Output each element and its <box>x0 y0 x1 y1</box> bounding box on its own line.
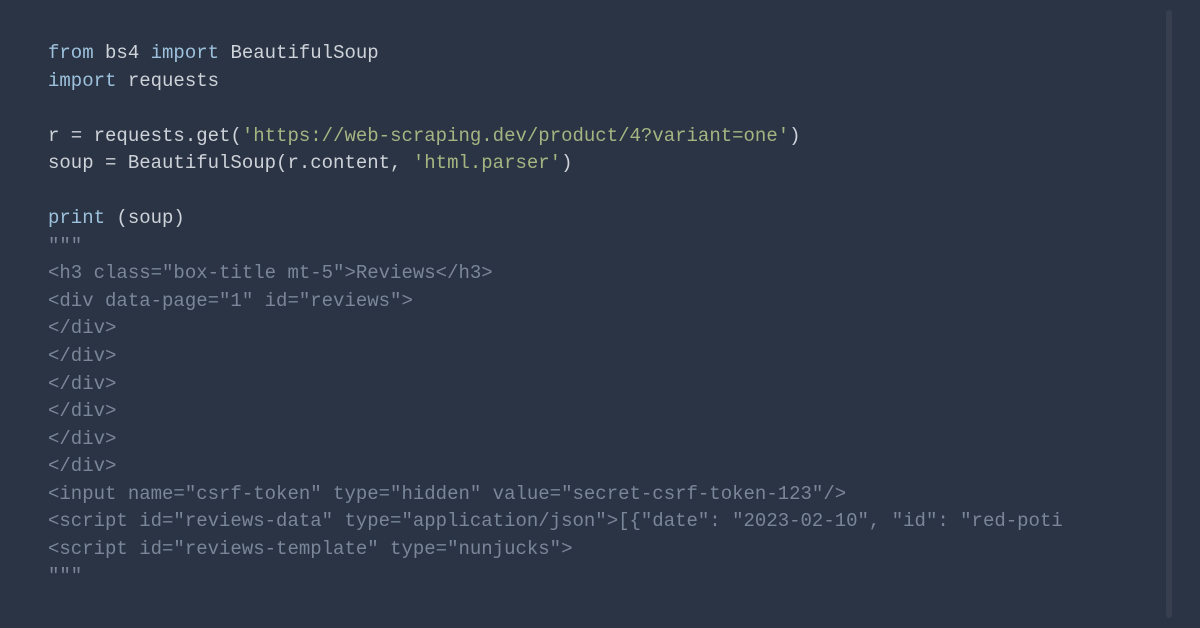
keyword-import: import <box>48 70 116 92</box>
code-line-10-output: <div data-page="1" id="reviews"> <box>48 288 1152 316</box>
vertical-scrollbar[interactable] <box>1166 10 1172 618</box>
code-line-13-output: </div> <box>48 371 1152 399</box>
print-arg: (soup) <box>105 207 185 229</box>
code-line-2: import requests <box>48 68 1152 96</box>
assignment-soup: soup = BeautifulSoup(r.content, <box>48 152 413 174</box>
class-beautifulsoup: BeautifulSoup <box>219 42 379 64</box>
code-line-7: print (soup) <box>48 205 1152 233</box>
code-line-4: r = requests.get('https://web-scraping.d… <box>48 123 1152 151</box>
code-line-15-output: </div> <box>48 426 1152 454</box>
keyword-from: from <box>48 42 94 64</box>
code-line-20-docstring-close: """ <box>48 563 1152 591</box>
code-line-19-output: <script id="reviews-template" type="nunj… <box>48 536 1152 564</box>
string-parser: 'html.parser' <box>413 152 561 174</box>
module-bs4: bs4 <box>94 42 151 64</box>
paren-close: ) <box>789 125 800 147</box>
code-line-14-output: </div> <box>48 398 1152 426</box>
code-line-16-output: </div> <box>48 453 1152 481</box>
code-line-18-output: <script id="reviews-data" type="applicat… <box>48 508 1152 536</box>
code-line-5: soup = BeautifulSoup(r.content, 'html.pa… <box>48 150 1152 178</box>
func-print: print <box>48 207 105 229</box>
module-requests: requests <box>116 70 219 92</box>
paren-close: ) <box>561 152 572 174</box>
code-line-blank-2 <box>48 178 1152 206</box>
code-line-blank-1 <box>48 95 1152 123</box>
code-line-9-output: <h3 class="box-title mt-5">Reviews</h3> <box>48 260 1152 288</box>
code-line-12-output: </div> <box>48 343 1152 371</box>
string-url: 'https://web-scraping.dev/product/4?vari… <box>242 125 789 147</box>
code-line-8-docstring-open: """ <box>48 233 1152 261</box>
keyword-import: import <box>151 42 219 64</box>
code-line-17-output: <input name="csrf-token" type="hidden" v… <box>48 481 1152 509</box>
assignment-r: r = requests.get( <box>48 125 242 147</box>
code-editor[interactable]: from bs4 import BeautifulSoup import req… <box>48 40 1152 591</box>
code-line-11-output: </div> <box>48 315 1152 343</box>
code-line-1: from bs4 import BeautifulSoup <box>48 40 1152 68</box>
